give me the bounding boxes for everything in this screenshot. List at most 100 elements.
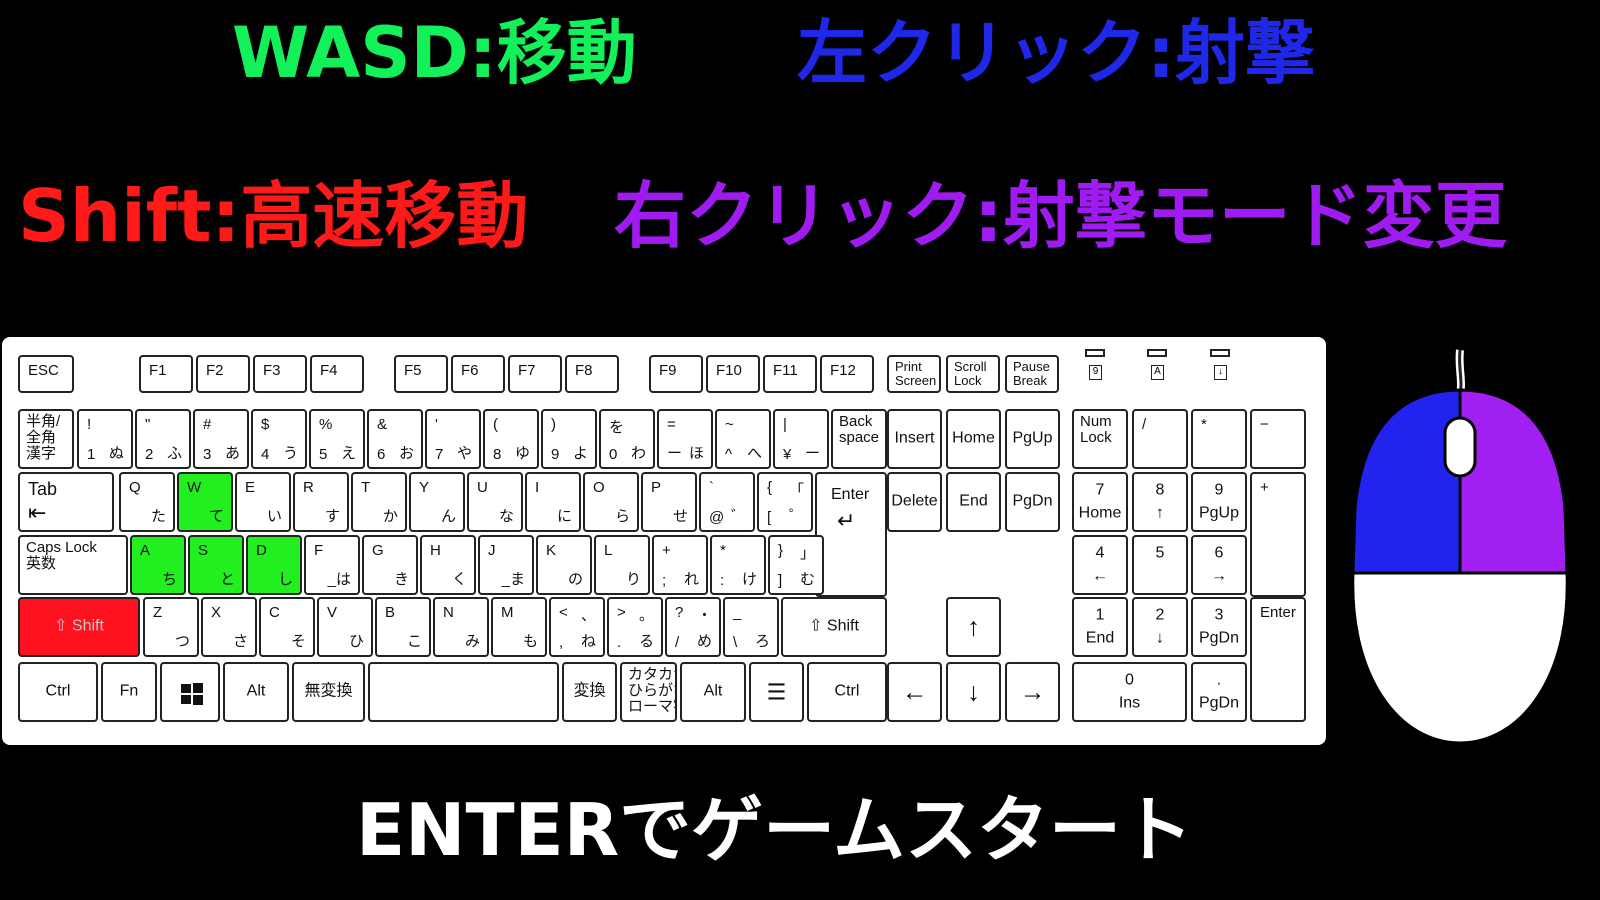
key-n: Nみ <box>433 597 489 657</box>
key-label: Fn <box>119 682 139 700</box>
key-tab: Tab ⇤ <box>18 472 114 532</box>
key-c: Cそ <box>259 597 315 657</box>
key-label: F1 <box>149 362 167 379</box>
key-latin: P <box>651 479 662 496</box>
key-np-slash: / <box>1132 409 1188 469</box>
key-label: F4 <box>320 362 338 379</box>
key-u: Uな <box>467 472 523 532</box>
key-kana: ほ <box>688 445 704 462</box>
key-latin: Z <box>153 604 163 621</box>
key-latin: S <box>198 542 209 559</box>
key-kana: む <box>799 571 815 588</box>
key-backslash: _ \ ろ <box>723 597 779 657</box>
key-s: Sと <box>188 535 244 595</box>
key-f10: F10 <box>706 355 760 393</box>
mouse-left-button <box>1351 388 1462 575</box>
key-char: 5 <box>319 446 328 463</box>
key-q: Qた <box>119 472 175 532</box>
key-char: ^ <box>725 446 733 463</box>
key-colon: *: け <box>710 535 766 595</box>
key-label: ESC <box>28 362 59 379</box>
key-secondary: PgDn <box>1198 694 1240 712</box>
key-bracket-close: }] 」む <box>768 535 824 595</box>
key-r: Rす <box>293 472 349 532</box>
instruction-wasd-move: WASD:移動 <box>232 12 637 94</box>
key-label: Home <box>952 429 995 447</box>
key-x: Xさ <box>201 597 257 657</box>
key-label: End <box>959 492 988 510</box>
key-kana: と <box>219 571 235 588</box>
key-kana: く <box>451 571 467 588</box>
key-label: Enter <box>1260 604 1296 621</box>
key-kana: な <box>498 508 514 525</box>
key-o: Oら <box>583 472 639 532</box>
key-label: F11 <box>773 362 798 379</box>
status-led: ↓ <box>1210 349 1232 383</box>
key-n6: & 6 お <box>367 409 423 469</box>
key-label: F12 <box>830 362 856 379</box>
key-kana: あ <box>224 445 240 462</box>
key-np-enter: Enter <box>1250 597 1306 722</box>
key-kana-shift: ・ <box>696 607 712 624</box>
key-latin: Y <box>419 479 430 496</box>
key-kana: つ <box>174 633 190 650</box>
key-latin: G <box>372 542 384 559</box>
key-latin: O <box>593 479 605 496</box>
key-number: 1 <box>1095 606 1105 624</box>
key-shift-char: を <box>609 419 625 436</box>
key-shift-char: ~ <box>725 416 734 433</box>
key-char: 1 <box>87 446 96 463</box>
mouse-body-bottom <box>1351 571 1569 745</box>
key-pgup: PgUp <box>1005 409 1060 469</box>
key-alt-l: Alt <box>223 662 289 722</box>
key-kana: さ <box>232 633 248 650</box>
key-shift-char: ) <box>551 416 556 433</box>
key-shift-char: ! <box>87 416 92 433</box>
key-np-dot: . PgDn <box>1191 662 1247 722</box>
key-kana: た <box>150 508 166 525</box>
key-shift-char: < <box>559 604 568 621</box>
key-kana: ふ <box>166 445 182 462</box>
key-latin: E <box>245 479 256 496</box>
key-char: 3 <box>203 446 212 463</box>
key-kana: し <box>277 571 293 588</box>
key-f4: F4 <box>310 355 364 393</box>
key-n3: #3 あ <box>193 409 249 469</box>
key-pgdn: PgDn <box>1005 472 1060 532</box>
key-e: Eい <box>235 472 291 532</box>
key-char: [ <box>767 509 772 526</box>
key-down: ↓ <box>946 662 1001 722</box>
key-shift-char: + <box>662 542 671 559</box>
key-ctrl-r: Ctrl <box>807 662 887 722</box>
keyboard-illustration: ESC F1 F2 F3 F4 F5 F6 F7 F8 F9 F10 F11 F12 Print Scre… <box>2 337 1326 745</box>
key-char: 0 <box>609 446 618 463</box>
key-n8: (8 ゆ <box>483 409 539 469</box>
key-latin: C <box>269 604 280 621</box>
key-shift-char: $ <box>261 416 270 433</box>
instruction-enter-start: ENTERでゲームスタート <box>356 788 1194 872</box>
key-kana: こ <box>406 633 422 650</box>
key-v: Vひ <box>317 597 373 657</box>
key-np7: 7 Home <box>1072 472 1128 532</box>
key-n9: ) 9 よ <box>541 409 597 469</box>
key-label: Caps Lock 英数 <box>26 539 97 572</box>
key-latin: V <box>327 604 338 621</box>
key-n2: " 2 ふ <box>135 409 191 469</box>
key-alt-r: Alt <box>680 662 746 722</box>
key-henkan: 変換 <box>562 662 617 722</box>
key-label: / <box>1142 416 1147 433</box>
key-kana: る <box>638 633 654 650</box>
key-right: → <box>1005 662 1060 722</box>
key-label: Alt <box>246 682 266 700</box>
key-kana: や <box>456 445 472 462</box>
key-np4: 4 ← <box>1072 535 1128 595</box>
key-d: Dし <box>246 535 302 595</box>
key-char: ] <box>778 572 783 589</box>
key-n7: ' 7 や <box>425 409 481 469</box>
key-kana: ゆ <box>514 445 530 462</box>
key-secondary: ↓ <box>1156 629 1164 647</box>
key-kana: え <box>340 445 356 462</box>
led-label: 9 <box>1089 365 1102 380</box>
key-kana: _ま <box>501 571 525 588</box>
key-insert: Insert <box>887 409 942 469</box>
